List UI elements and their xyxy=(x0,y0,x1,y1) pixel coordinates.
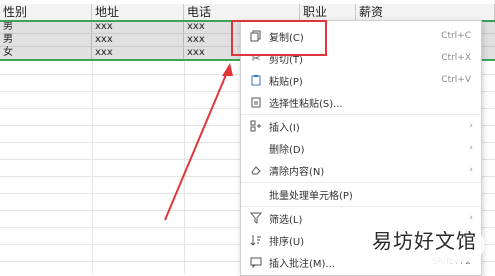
menu-item-shortcut: Ctrl+C xyxy=(441,31,471,41)
menu-item-insert[interactable]: 插入(I) › xyxy=(241,115,481,137)
menu-item-label: 删除(D) xyxy=(269,144,305,156)
filter-icon xyxy=(249,211,263,225)
highlight-box xyxy=(231,20,327,56)
menu-item-paste-special[interactable]: 选择性粘贴(S)... xyxy=(241,91,481,113)
menu-item-label: 选择性粘贴(S)... xyxy=(269,98,343,110)
eraser-icon xyxy=(249,163,263,177)
menu-item-label: 粘贴(P) xyxy=(269,76,303,88)
menu-item-batch-process[interactable]: 批量处理单元格(P) xyxy=(241,183,481,205)
menu-item-label: 批量处理单元格(P) xyxy=(269,190,353,202)
watermark-text: 易坊好文馆 xyxy=(372,229,477,253)
insert-icon xyxy=(249,119,263,133)
sort-icon xyxy=(249,233,263,247)
submenu-arrow-icon: › xyxy=(469,165,473,175)
submenu-arrow-icon: › xyxy=(469,213,473,223)
menu-item-clear-contents[interactable]: 清除内容(N) › xyxy=(241,159,481,181)
menu-item-label: 清除内容(N) xyxy=(269,166,325,178)
comment-icon xyxy=(249,255,263,269)
paste-special-icon xyxy=(249,95,263,109)
menu-item-label: 插入(I) xyxy=(269,122,300,134)
menu-item-delete[interactable]: 删除(D) › xyxy=(241,137,481,159)
submenu-arrow-icon: › xyxy=(469,121,473,131)
menu-item-shortcut: Ctrl+V xyxy=(441,75,471,85)
submenu-arrow-icon: › xyxy=(469,143,473,153)
menu-item-paste[interactable]: 粘贴(P) Ctrl+V xyxy=(241,69,481,91)
paste-icon xyxy=(249,73,263,87)
menu-item-shortcut: Ctrl+X xyxy=(441,53,471,63)
